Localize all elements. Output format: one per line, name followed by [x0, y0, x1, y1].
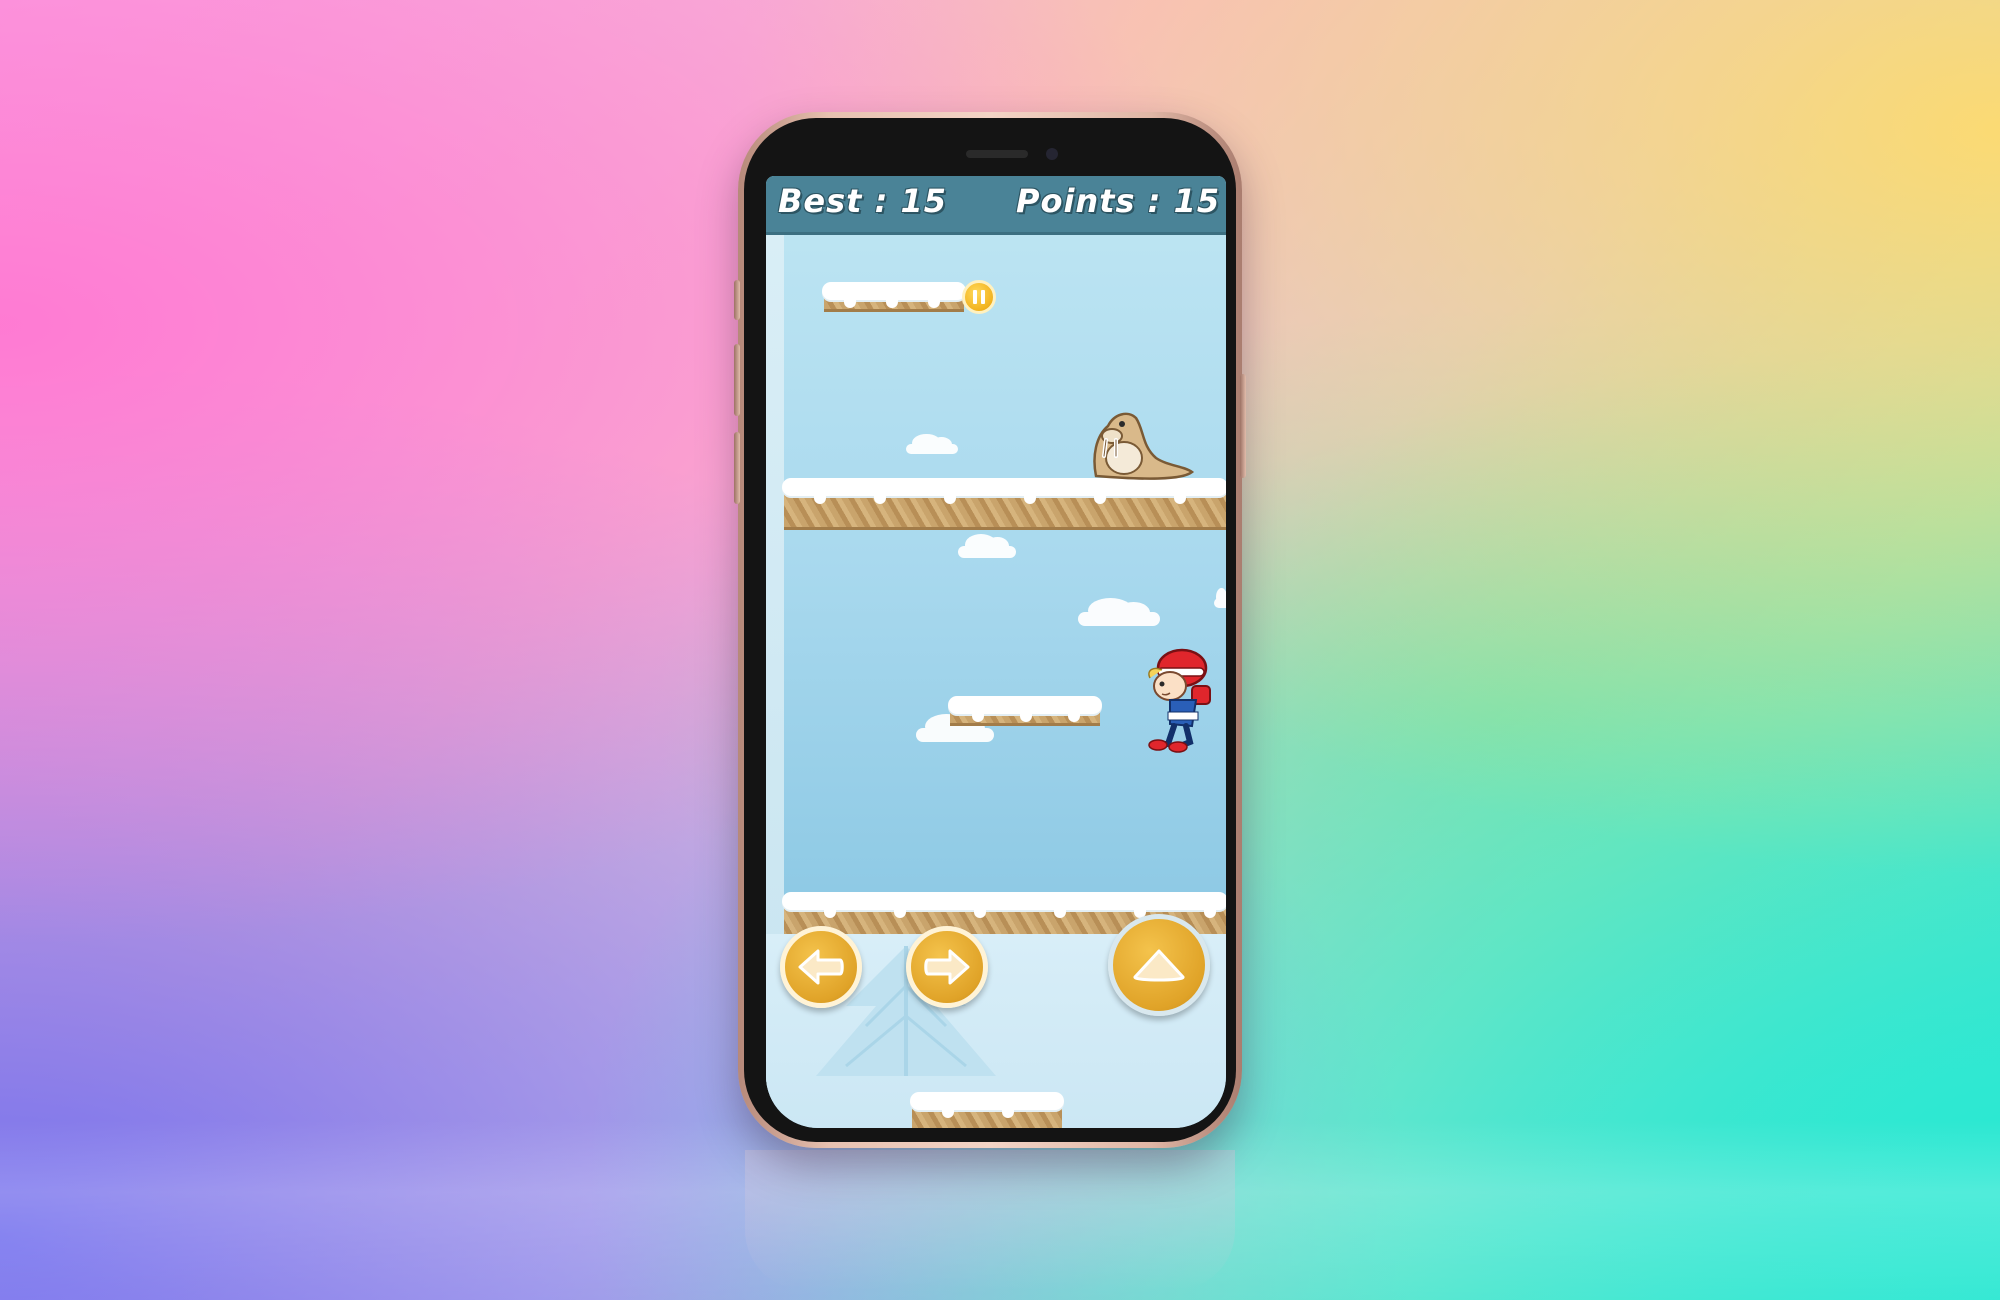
jump-button[interactable]	[1108, 914, 1210, 1016]
cloud	[1078, 598, 1160, 626]
phone-side-button	[734, 432, 740, 504]
cloud	[1214, 588, 1226, 608]
move-right-button[interactable]	[906, 926, 988, 1008]
phone-bezel: Best : 15 Points : 15	[744, 118, 1236, 1142]
arrow-right-icon	[924, 949, 970, 985]
walrus-enemy	[1093, 412, 1195, 480]
phone-reflection	[745, 1150, 1235, 1290]
cloud	[958, 534, 1016, 558]
snow-platform	[822, 282, 966, 312]
points-score: Points : 15	[1016, 182, 1221, 220]
phone-earpiece	[966, 150, 1028, 158]
pause-icon	[973, 290, 985, 304]
best-score: Best : 15	[778, 182, 948, 220]
phone-camera	[1046, 148, 1058, 160]
phone-frame: Best : 15 Points : 15	[734, 112, 1246, 1148]
arrow-left-icon	[798, 949, 844, 985]
player-character	[1148, 648, 1211, 753]
phone-side-button	[734, 344, 740, 416]
phone-side-button	[734, 280, 740, 320]
move-left-button[interactable]	[780, 926, 862, 1008]
snow-platform	[910, 1092, 1064, 1128]
snow-platform	[782, 478, 1226, 530]
cloud	[906, 434, 958, 454]
snow-platform	[948, 696, 1102, 726]
cloud	[916, 714, 994, 742]
arrow-up-icon	[1133, 949, 1185, 982]
score-bar: Best : 15 Points : 15	[766, 176, 1226, 235]
game-screen[interactable]: Best : 15 Points : 15	[766, 176, 1226, 1128]
pause-button[interactable]	[962, 280, 996, 314]
phone-side-button	[1240, 374, 1246, 478]
